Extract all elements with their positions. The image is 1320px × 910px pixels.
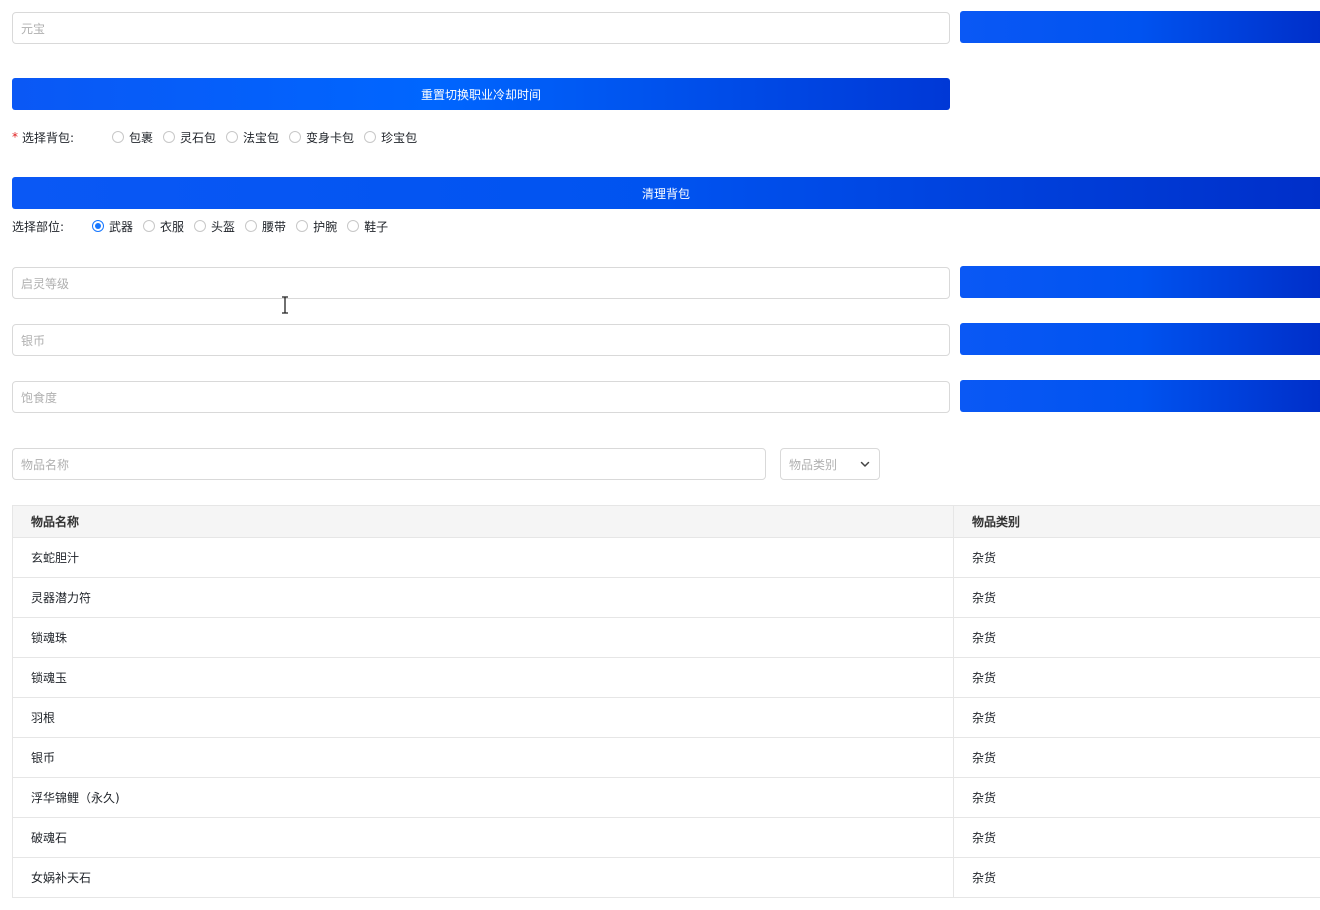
item-name-cell: 浮华锦鲤（永久) <box>13 778 954 817</box>
table-row[interactable]: 锁魂珠 杂货 <box>13 618 1320 658</box>
radio-checked-icon <box>92 220 104 232</box>
silver-input[interactable]: 银币 <box>12 324 950 356</box>
item-name-cell: 锁魂珠 <box>13 618 954 657</box>
bag-option-rare-treasure[interactable]: 珍宝包 <box>364 129 417 146</box>
item-name-search-input[interactable]: 物品名称 <box>12 448 766 480</box>
reset-cooldown-button[interactable]: 重置切换职业冷却时间 <box>12 78 950 110</box>
clear-bag-label: 清理背包 <box>641 186 690 201</box>
item-category-cell: 杂货 <box>972 751 997 765</box>
radio-icon <box>347 220 360 232</box>
radio-icon <box>245 220 258 232</box>
column-header-item-name: 物品名称 <box>13 506 954 537</box>
silver-submit-button[interactable] <box>960 323 1320 355</box>
spirit-level-submit-button[interactable] <box>960 266 1320 298</box>
table-row[interactable]: 银币 杂货 <box>13 738 1320 778</box>
radio-icon <box>112 131 124 143</box>
items-table: 物品名称 物品类别 玄蛇胆汁 杂货 灵器潜力符 杂货 锁魂珠 杂货 锁魂玉 杂货… <box>12 505 1320 898</box>
satiety-placeholder: 饱食度 <box>21 390 58 405</box>
item-name-placeholder: 物品名称 <box>21 457 70 472</box>
item-category-cell: 杂货 <box>972 551 997 565</box>
bag-select-group: * 选择背包: 包裹 灵石包 法宝包 变身卡包 珍宝包 <box>12 128 427 146</box>
item-category-cell: 杂货 <box>972 791 997 805</box>
table-header-row: 物品名称 物品类别 <box>13 506 1320 538</box>
clear-bag-button[interactable]: 清理背包 <box>12 177 1320 209</box>
required-asterisk: * <box>12 130 18 144</box>
bag-select-label: * 选择背包: <box>12 130 75 145</box>
bag-option-treasure-tool[interactable]: 法宝包 <box>226 129 279 146</box>
table-row[interactable]: 浮华锦鲤（永久) 杂货 <box>13 778 1320 818</box>
slot-option-belt[interactable]: 腰带 <box>245 218 286 235</box>
satiety-input[interactable]: 饱食度 <box>12 381 950 413</box>
slot-option-helmet[interactable]: 头盔 <box>194 218 235 235</box>
item-name-cell: 银币 <box>13 738 954 777</box>
item-name-cell: 破魂石 <box>13 818 954 857</box>
table-row[interactable]: 破魂石 杂货 <box>13 818 1320 858</box>
item-name-cell: 女娲补天石 <box>13 858 954 897</box>
spirit-level-input[interactable]: 启灵等级 <box>12 267 950 299</box>
text-cursor-icon <box>282 296 288 314</box>
ingot-placeholder: 元宝 <box>21 21 46 36</box>
item-name-cell: 灵器潜力符 <box>13 578 954 617</box>
slot-select-group: 选择部位: 武器 衣服 头盔 腰带 护腕 鞋子 <box>12 217 398 235</box>
item-category-select[interactable]: 物品类别 <box>780 448 880 480</box>
item-category-cell: 杂货 <box>972 671 997 685</box>
item-name-cell: 玄蛇胆汁 <box>13 538 954 577</box>
silver-placeholder: 银币 <box>21 333 46 348</box>
table-row[interactable]: 女娲补天石 杂货 <box>13 858 1320 898</box>
ingot-submit-button[interactable] <box>960 11 1320 43</box>
item-category-cell: 杂货 <box>972 711 997 725</box>
satiety-submit-button[interactable] <box>960 380 1320 412</box>
slot-option-clothes[interactable]: 衣服 <box>143 218 184 235</box>
item-category-cell: 杂货 <box>972 831 997 845</box>
radio-icon <box>296 220 309 232</box>
item-category-cell: 杂货 <box>972 631 997 645</box>
radio-icon <box>163 131 176 143</box>
item-category-cell: 杂货 <box>972 871 997 885</box>
table-row[interactable]: 锁魂玉 杂货 <box>13 658 1320 698</box>
table-row[interactable]: 玄蛇胆汁 杂货 <box>13 538 1320 578</box>
slot-option-weapon[interactable]: 武器 <box>92 218 133 235</box>
table-row[interactable]: 灵器潜力符 杂货 <box>13 578 1320 618</box>
table-row[interactable]: 羽根 杂货 <box>13 698 1320 738</box>
slot-option-shoes[interactable]: 鞋子 <box>347 218 388 235</box>
bag-option-spirit-stone[interactable]: 灵石包 <box>163 129 216 146</box>
radio-icon <box>364 131 377 143</box>
column-header-item-category: 物品类别 <box>972 515 1021 529</box>
reset-cooldown-label: 重置切换职业冷却时间 <box>420 87 541 102</box>
slot-select-label: 选择部位: <box>12 219 65 234</box>
item-name-cell: 羽根 <box>13 698 954 737</box>
slot-option-bracer[interactable]: 护腕 <box>296 218 337 235</box>
item-name-cell: 锁魂玉 <box>13 658 954 697</box>
radio-icon <box>226 131 239 143</box>
radio-icon <box>143 220 156 232</box>
item-category-cell: 杂货 <box>972 591 997 605</box>
chevron-down-icon <box>860 461 870 467</box>
admin-page: 元宝 重置切换职业冷却时间 * 选择背包: 包裹 灵石包 法宝包 变身卡包 珍宝… <box>0 0 1320 910</box>
spirit-level-placeholder: 启灵等级 <box>21 276 70 291</box>
bag-option-package[interactable]: 包裹 <box>112 129 153 146</box>
bag-option-transform-card[interactable]: 变身卡包 <box>289 129 354 146</box>
ingot-input[interactable]: 元宝 <box>12 12 950 44</box>
item-category-placeholder: 物品类别 <box>789 457 838 472</box>
radio-icon <box>289 131 302 143</box>
radio-icon <box>194 220 207 232</box>
